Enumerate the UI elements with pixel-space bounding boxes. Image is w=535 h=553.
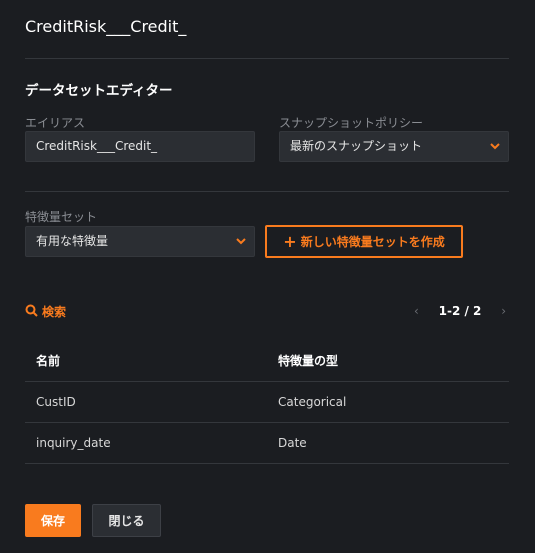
close-button[interactable]: 閉じる <box>92 504 161 537</box>
column-header-name[interactable]: 名前 <box>36 341 60 382</box>
chevron-left-icon[interactable]: ‹ <box>410 304 423 318</box>
snapshot-policy-value: 最新のスナップショット <box>290 139 423 153</box>
search-label: 検索 <box>42 305 67 319</box>
divider <box>25 191 509 192</box>
alias-label: エイリアス <box>25 116 86 130</box>
search-icon <box>25 304 38 320</box>
chevron-down-icon <box>236 227 246 256</box>
dataset-editor-panel: CreditRisk___Credit_ データセットエディター エイリアス C… <box>0 0 535 553</box>
dataset-title: CreditRisk___Credit_ <box>25 17 187 36</box>
chevron-right-icon[interactable]: › <box>497 304 510 318</box>
feature-name-cell: CustID <box>36 395 76 409</box>
save-button[interactable]: 保存 <box>25 504 81 537</box>
pagination: ‹ 1-2 / 2 › <box>410 303 510 319</box>
feature-type-cell: Categorical <box>278 395 347 409</box>
snapshot-policy-select[interactable]: 最新のスナップショット <box>279 131 509 162</box>
feature-list-label: 特徴量セット <box>25 210 98 224</box>
section-title: データセットエディター <box>25 83 173 99</box>
table-header-row: 名前 特徴量の型 <box>25 341 509 382</box>
plus-icon: + <box>283 231 297 251</box>
create-feature-list-button[interactable]: + 新しい特徴量セットを作成 <box>265 225 463 258</box>
snapshot-policy-label: スナップショットポリシー <box>279 116 424 130</box>
feature-list-select[interactable]: 有用な特徴量 <box>25 226 255 257</box>
feature-list-value: 有用な特徴量 <box>36 234 109 248</box>
alias-input[interactable]: CreditRisk___Credit_ <box>25 131 255 162</box>
column-header-type[interactable]: 特徴量の型 <box>278 341 338 382</box>
table-row: inquiry_date Date <box>25 423 509 464</box>
page-range: 1-2 / 2 <box>438 304 482 318</box>
feature-type-cell: Date <box>278 436 307 450</box>
feature-name-cell: inquiry_date <box>36 436 111 450</box>
create-feature-list-label: 新しい特徴量セットを作成 <box>300 235 445 249</box>
feature-table: 名前 特徴量の型 CustID Categorical inquiry_date… <box>25 341 509 464</box>
chevron-down-icon <box>490 132 500 161</box>
search-button[interactable]: 検索 <box>25 303 66 320</box>
divider <box>25 58 509 59</box>
table-row: CustID Categorical <box>25 382 509 423</box>
